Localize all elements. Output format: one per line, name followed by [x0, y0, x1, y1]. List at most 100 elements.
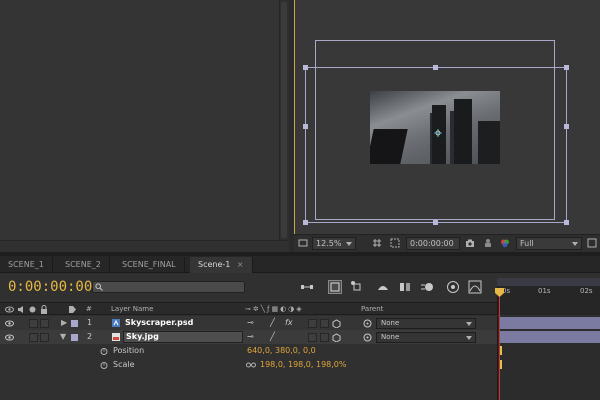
layer-duration-bar-2[interactable]	[500, 331, 600, 343]
close-icon[interactable]: ×	[237, 260, 244, 269]
live-update-icon[interactable]	[328, 280, 342, 294]
frame-blending-icon[interactable]	[398, 280, 412, 294]
constrain-proportions-link-icon[interactable]	[246, 362, 256, 368]
3d-cube-icon[interactable]	[332, 333, 341, 342]
video-eye-icon[interactable]	[5, 306, 14, 313]
shy-switch-icon[interactable]: ⊸	[247, 330, 254, 344]
current-time-field[interactable]: 0:00:00:00	[406, 237, 460, 250]
resolution-select[interactable]: Full	[516, 237, 582, 250]
property-value[interactable]: 198,0, 198,0, 198,0%	[260, 358, 346, 372]
composition-viewer[interactable]	[294, 0, 600, 234]
bbox-handle-l[interactable]	[303, 124, 308, 129]
shy-icon[interactable]: ⊸	[245, 305, 253, 313]
region-of-interest-icon[interactable]	[587, 238, 597, 248]
quality-switch-icon[interactable]: ╱	[270, 316, 275, 330]
lock-icon[interactable]	[40, 305, 48, 314]
chevron-down-icon	[346, 242, 352, 246]
column-parent[interactable]: Parent	[361, 305, 383, 313]
bbox-handle-tr[interactable]	[564, 65, 569, 70]
parent-select[interactable]: None	[376, 318, 476, 329]
property-row-position[interactable]: Position 640,0, 380,0, 0,0	[0, 344, 497, 358]
pick-whip-icon[interactable]	[363, 333, 372, 342]
tab-label: SCENE_1	[8, 260, 44, 269]
bbox-handle-tl[interactable]	[303, 65, 308, 70]
expand-arrow-icon[interactable]: ▶	[61, 316, 67, 330]
solo-toggle[interactable]	[29, 333, 38, 342]
frame-blend-switch[interactable]	[308, 333, 317, 342]
hide-shy-layers-icon[interactable]	[376, 280, 390, 294]
label-color-swatch[interactable]	[71, 334, 78, 341]
draft-3d-icon[interactable]	[350, 280, 364, 294]
grid-guides-icon[interactable]	[372, 238, 382, 248]
magnification-value: 12.5%	[316, 239, 342, 248]
shy-switch-icon[interactable]: ⊸	[247, 316, 254, 330]
label-color-swatch[interactable]	[71, 320, 78, 327]
solo-toggle[interactable]	[29, 319, 38, 328]
comp-mini-flowchart-icon[interactable]	[300, 280, 314, 294]
layer-name[interactable]: Skyscraper.psd	[125, 316, 193, 330]
project-panel-scroll-thumb[interactable]	[281, 2, 287, 238]
pick-whip-icon[interactable]	[363, 319, 372, 328]
layer-number: 1	[87, 318, 93, 327]
expand-arrow-down-icon[interactable]: ▼	[60, 330, 66, 344]
video-eye-icon[interactable]	[5, 320, 14, 327]
playhead-line[interactable]	[499, 288, 500, 400]
parent-select[interactable]: None	[376, 332, 476, 343]
tab-scene-1-active[interactable]: Scene-1 ×	[190, 257, 253, 273]
motion-blur-switch[interactable]	[320, 319, 329, 328]
label-tag-icon[interactable]	[68, 305, 77, 314]
lock-toggle[interactable]	[40, 319, 49, 328]
bbox-handle-br[interactable]	[564, 220, 569, 225]
tab-scene-2[interactable]: SCENE_2	[57, 257, 110, 273]
bbox-handle-r[interactable]	[564, 124, 569, 129]
tab-scene-final[interactable]: SCENE_FINAL	[114, 257, 185, 273]
motion-blur-switch[interactable]	[320, 333, 329, 342]
layer-row-2[interactable]: ▼ 2 Sky.jpg ⊸ ╱ None	[0, 330, 497, 344]
search-icon	[95, 283, 103, 291]
collapse-icon[interactable]: ✲	[253, 305, 261, 313]
bbox-handle-t[interactable]	[433, 65, 438, 70]
tab-label: Scene-1	[198, 260, 231, 269]
always-preview-icon[interactable]	[298, 238, 308, 248]
stopwatch-icon[interactable]	[100, 347, 108, 355]
anchor-point-icon[interactable]	[434, 129, 442, 137]
bbox-handle-b[interactable]	[433, 220, 438, 225]
3d-layer-icon[interactable]: ◈	[296, 305, 303, 313]
time-navigator[interactable]	[497, 278, 600, 286]
layer-duration-bar-1[interactable]	[500, 317, 600, 329]
layer-row-1[interactable]: ▶ 1 Skyscraper.psd ⊸ ╱ fx None	[0, 316, 497, 330]
show-snapshot-icon[interactable]	[483, 238, 493, 248]
motion-blur-icon[interactable]	[420, 280, 434, 294]
brainstorm-icon[interactable]	[446, 280, 460, 294]
stopwatch-icon[interactable]	[100, 361, 108, 369]
mask-visibility-icon[interactable]	[390, 238, 400, 248]
layer-search-input[interactable]	[92, 281, 245, 293]
column-layer-name[interactable]: Layer Name	[111, 305, 153, 313]
property-row-scale[interactable]: Scale 198,0, 198,0, 198,0%	[0, 358, 497, 372]
property-value[interactable]: 640,0, 380,0, 0,0	[247, 344, 316, 358]
bbox-handle-bl[interactable]	[303, 220, 308, 225]
project-panel-footer	[0, 240, 289, 252]
layer-name-field[interactable]: Sky.jpg	[123, 331, 243, 343]
tab-label: SCENE_FINAL	[122, 260, 176, 269]
chevron-down-icon	[466, 336, 472, 340]
effect-switch[interactable]: fx	[285, 316, 293, 330]
channel-rgb-icon[interactable]	[500, 238, 510, 248]
tab-scene-1[interactable]: SCENE_1	[0, 257, 53, 273]
snapshot-camera-icon[interactable]	[465, 238, 475, 248]
video-eye-icon[interactable]	[5, 334, 14, 341]
quality-switch-icon[interactable]: ╱	[270, 330, 275, 344]
audio-speaker-icon[interactable]	[17, 306, 25, 313]
magnification-select[interactable]: 12.5%	[312, 237, 356, 250]
solo-dot-icon[interactable]	[29, 306, 36, 313]
frame-blend-icon[interactable]: ▦	[271, 305, 280, 313]
timeline-current-time[interactable]: 0:00:00:00	[8, 279, 92, 295]
project-panel	[0, 0, 289, 252]
frame-blend-switch[interactable]	[308, 319, 317, 328]
switches-header-icons: ⊸✲╲ƒ▦◐◑◈	[245, 305, 304, 313]
graph-editor-icon[interactable]	[468, 280, 482, 294]
lock-toggle[interactable]	[40, 333, 49, 342]
3d-cube-icon[interactable]	[332, 319, 341, 328]
tab-label: SCENE_2	[65, 260, 101, 269]
motion-blur-col-icon[interactable]: ◐	[280, 305, 288, 313]
